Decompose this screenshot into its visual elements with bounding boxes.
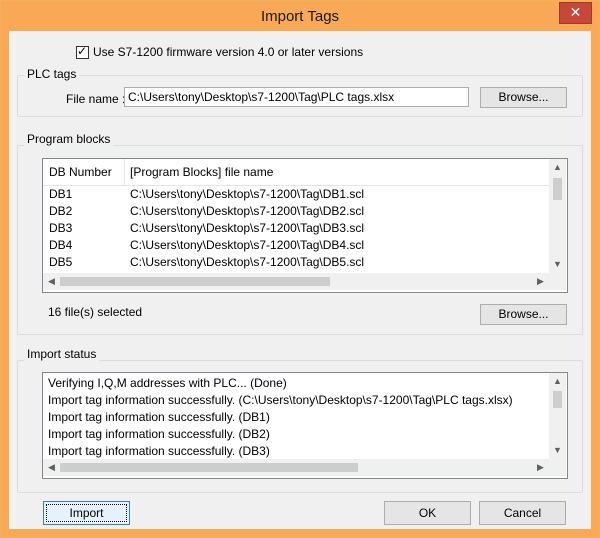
- file-name-cell: C:\Users\tony\Desktop\s7-1200\Tag\DB4.sc…: [130, 238, 365, 252]
- db-number-cell: DB3: [49, 221, 73, 235]
- column-header-db-number[interactable]: DB Number: [43, 159, 123, 185]
- import-status-horizontal-scrollbar[interactable]: ◀ ▶: [43, 459, 549, 476]
- scroll-left-icon[interactable]: ◀: [43, 273, 60, 290]
- scroll-left-icon[interactable]: ◀: [43, 459, 60, 476]
- list-item: Verifying I,Q,M addresses with PLC... (D…: [48, 376, 287, 390]
- table-row[interactable]: DB1 C:\Users\tony\Desktop\s7-1200\Tag\DB…: [43, 186, 550, 203]
- import-tags-dialog: Import Tags ✕ ✓ Use S7-1200 firmware ver…: [0, 0, 600, 538]
- checkmark-icon: ✓: [77, 43, 88, 58]
- file-name-cell: C:\Users\tony\Desktop\s7-1200\Tag\DB1.sc…: [130, 187, 365, 201]
- plc-tags-file-input[interactable]: C:\Users\tony\Desktop\s7-1200\Tag\PLC ta…: [124, 87, 469, 107]
- ok-button-label: OK: [418, 506, 437, 520]
- horizontal-scroll-thumb[interactable]: [60, 277, 330, 286]
- list-item: Import tag information successfully. (DB…: [48, 410, 270, 424]
- program-blocks-vertical-scrollbar[interactable]: ▲ ▼: [549, 159, 566, 273]
- import-status-vertical-scrollbar[interactable]: ▲ ▼: [549, 373, 566, 459]
- scroll-up-icon[interactable]: ▲: [549, 159, 566, 176]
- table-row[interactable]: DB4 C:\Users\tony\Desktop\s7-1200\Tag\DB…: [43, 237, 550, 254]
- list-item: Import tag information successfully. (C:…: [48, 393, 513, 407]
- dialog-client-area: ✓ Use S7-1200 firmware version 4.0 or la…: [9, 31, 591, 529]
- import-status-group-label: Import status: [24, 347, 100, 361]
- title-bar[interactable]: Import Tags ✕: [1, 1, 599, 31]
- cancel-button[interactable]: Cancel: [479, 501, 566, 525]
- firmware-checkbox-label: Use S7-1200 firmware version 4.0 or late…: [93, 45, 364, 59]
- file-name-cell: C:\Users\tony\Desktop\s7-1200\Tag\DB3.sc…: [130, 221, 365, 235]
- program-blocks-horizontal-scrollbar[interactable]: ◀ ▶: [43, 273, 549, 290]
- import-button-label: Import: [69, 506, 104, 520]
- db-number-cell: DB4: [49, 238, 73, 252]
- column-header-file-name[interactable]: [Program Blocks] file name: [124, 159, 530, 185]
- close-button[interactable]: ✕: [559, 2, 592, 24]
- scrollbar-corner: [549, 273, 566, 290]
- scroll-down-icon[interactable]: ▼: [549, 442, 566, 459]
- scroll-right-icon[interactable]: ▶: [532, 459, 549, 476]
- ok-button[interactable]: OK: [384, 501, 471, 525]
- selected-files-count: 16 file(s) selected: [48, 305, 143, 319]
- program-blocks-browse-button[interactable]: Browse...: [480, 304, 567, 325]
- list-item: Import tag information successfully. (DB…: [48, 444, 270, 458]
- firmware-checkbox[interactable]: ✓: [76, 43, 89, 59]
- db-number-cell: DB2: [49, 204, 73, 218]
- horizontal-scroll-thumb[interactable]: [60, 463, 358, 472]
- scroll-right-icon[interactable]: ▶: [532, 273, 549, 290]
- file-name-cell: C:\Users\tony\Desktop\s7-1200\Tag\DB5.sc…: [130, 255, 365, 269]
- plc-tags-group-label: PLC tags: [24, 67, 80, 81]
- plc-tags-browse-label: Browse...: [498, 90, 549, 104]
- program-blocks-list[interactable]: DB Number [Program Blocks] file name DB1…: [42, 158, 568, 293]
- scroll-up-icon[interactable]: ▲: [549, 373, 566, 390]
- import-button[interactable]: Import: [43, 501, 130, 525]
- firmware-option[interactable]: ✓ Use S7-1200 firmware version 4.0 or la…: [76, 44, 363, 60]
- program-blocks-browse-label: Browse...: [498, 307, 549, 321]
- table-row[interactable]: DB2 C:\Users\tony\Desktop\s7-1200\Tag\DB…: [43, 203, 550, 220]
- table-row[interactable]: DB3 C:\Users\tony\Desktop\s7-1200\Tag\DB…: [43, 220, 550, 237]
- plc-tags-browse-button[interactable]: Browse...: [480, 87, 567, 108]
- window-title: Import Tags: [260, 8, 340, 25]
- file-name-label: File name :: [66, 92, 126, 106]
- program-blocks-group-label: Program blocks: [24, 132, 114, 146]
- db-number-cell: DB1: [49, 187, 73, 201]
- table-row[interactable]: DB5 C:\Users\tony\Desktop\s7-1200\Tag\DB…: [43, 254, 550, 271]
- close-icon: ✕: [569, 4, 582, 20]
- import-status-list[interactable]: Verifying I,Q,M addresses with PLC... (D…: [42, 372, 568, 479]
- list-item: Import tag information successfully. (DB…: [48, 427, 270, 441]
- program-blocks-list-header: DB Number [Program Blocks] file name: [43, 159, 550, 186]
- cancel-button-label: Cancel: [503, 506, 542, 520]
- vertical-scroll-thumb[interactable]: [553, 178, 562, 200]
- db-number-cell: DB5: [49, 255, 73, 269]
- file-name-cell: C:\Users\tony\Desktop\s7-1200\Tag\DB2.sc…: [130, 204, 365, 218]
- vertical-scroll-thumb[interactable]: [553, 391, 562, 408]
- scrollbar-corner: [549, 459, 566, 476]
- scroll-down-icon[interactable]: ▼: [549, 256, 566, 273]
